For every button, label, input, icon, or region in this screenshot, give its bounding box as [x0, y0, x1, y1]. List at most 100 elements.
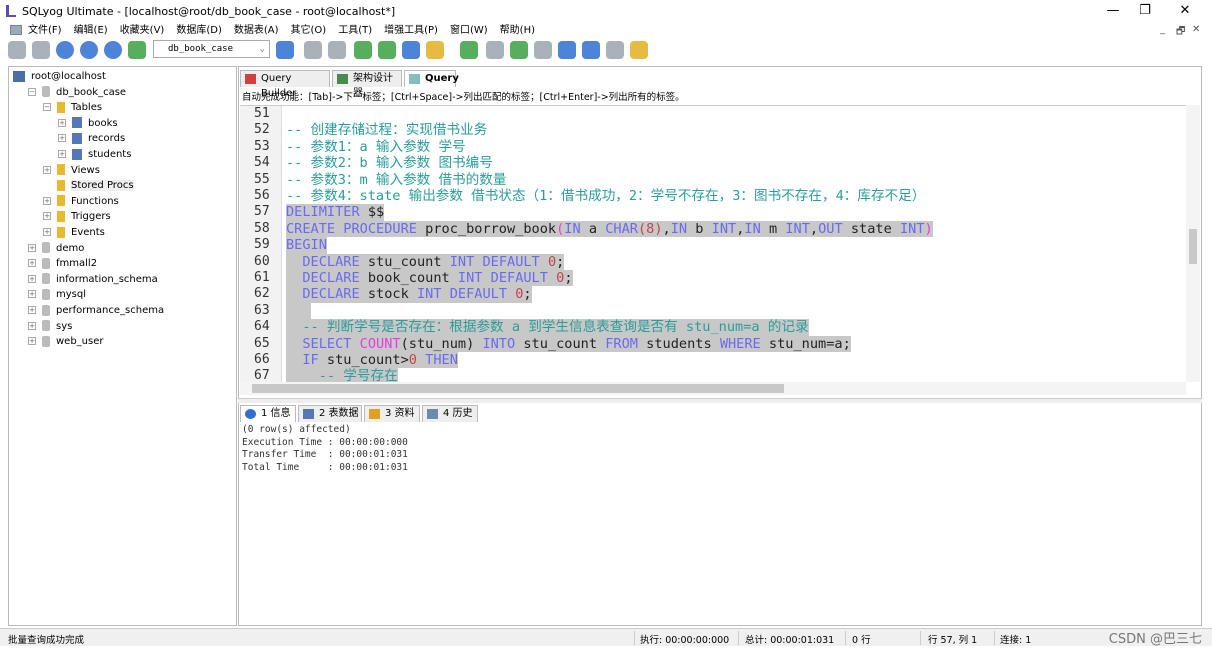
- tree-item-stored-procs[interactable]: Stored Procs: [43, 178, 134, 193]
- database-select[interactable]: db_book_case ⌄: [153, 40, 270, 58]
- tab-query[interactable]: Query: [404, 70, 459, 87]
- tree-item-label: sys: [56, 320, 73, 332]
- result-tab-history[interactable]: 4 历史: [422, 405, 478, 422]
- key-icon[interactable]: [426, 41, 444, 59]
- collapse-icon[interactable]: −: [28, 87, 36, 96]
- result-line: Execution Time : 00:00:00:000: [242, 436, 408, 448]
- chevron-down-icon: ⌄: [259, 44, 265, 54]
- menu-item[interactable]: 其它(O): [291, 24, 327, 38]
- expand-icon[interactable]: +: [28, 274, 36, 283]
- tree-item-label: students: [88, 149, 132, 160]
- expand-icon[interactable]: +: [43, 196, 51, 205]
- new-query-icon[interactable]: [128, 41, 146, 59]
- report-icon[interactable]: [606, 41, 624, 59]
- user-icon[interactable]: [276, 41, 294, 59]
- tree-item-root-localhost[interactable]: root@localhost: [13, 69, 106, 84]
- sql-text: ,: [809, 220, 819, 237]
- expand-icon[interactable]: +: [58, 150, 66, 158]
- expand-icon[interactable]: +: [28, 306, 36, 314]
- tree-item-db-book-case[interactable]: − db_book_case: [28, 85, 126, 100]
- tree-item-events[interactable]: + Events: [43, 225, 105, 240]
- backup-icon[interactable]: [304, 41, 322, 59]
- divider: [738, 631, 739, 645]
- data-sync-icon[interactable]: [486, 41, 504, 59]
- result-tab-profile[interactable]: 3 资料: [364, 405, 420, 422]
- tree-item-records[interactable]: + records: [58, 131, 125, 146]
- tab-schema-designer[interactable]: 架构设计器: [332, 70, 402, 99]
- tree-item-books[interactable]: + books: [58, 116, 118, 131]
- tree-item-demo[interactable]: + demo: [28, 241, 84, 256]
- tree-item-label: web_user: [56, 336, 104, 348]
- tree-item-views[interactable]: + Views: [43, 163, 100, 178]
- menu-item[interactable]: 数据表(A): [234, 24, 279, 38]
- menu-item[interactable]: 收藏夹(V): [120, 24, 165, 38]
- execute-all-icon[interactable]: [80, 41, 98, 59]
- monitor-icon[interactable]: [582, 41, 600, 59]
- menu-item[interactable]: 数据库(D): [176, 24, 222, 38]
- refresh-icon[interactable]: [104, 41, 122, 59]
- tree-item-functions[interactable]: + Functions: [43, 194, 119, 209]
- menu-item[interactable]: 文件(F): [28, 24, 62, 38]
- connect-icon[interactable]: [8, 41, 26, 59]
- schema-sync-icon[interactable]: [460, 41, 478, 59]
- restore-icon[interactable]: [328, 41, 346, 59]
- horizontal-scroll-thumb[interactable]: [252, 384, 784, 393]
- sql-text: proc_borrow_book: [416, 220, 557, 237]
- tree-item-sys[interactable]: + sys: [28, 319, 72, 334]
- tree-item-label: Triggers: [71, 211, 111, 223]
- result-tab-info[interactable]: 1 信息: [240, 405, 296, 422]
- expand-icon[interactable]: +: [58, 118, 66, 127]
- mdi-close-button[interactable]: ✕: [1192, 24, 1200, 35]
- expand-icon[interactable]: +: [43, 165, 51, 174]
- sql-comment: -- 参数1：a 输入参数 学号: [286, 138, 466, 155]
- expand-icon[interactable]: +: [28, 290, 36, 299]
- tree-item-web-user[interactable]: + web_user: [28, 334, 104, 349]
- tree-item-mysql[interactable]: + mysql: [28, 287, 86, 302]
- tab-query-builder[interactable]: Query Builder: [240, 70, 330, 99]
- vertical-scroll-thumb[interactable]: [1189, 229, 1197, 264]
- maximize-button[interactable]: ❐: [1130, 2, 1160, 20]
- export-icon[interactable]: [378, 41, 396, 59]
- sql-keyword: DEFAULT: [482, 253, 540, 270]
- tree-item-students[interactable]: + students: [58, 147, 131, 162]
- designer-icon[interactable]: [630, 41, 648, 59]
- migrate-icon[interactable]: [510, 41, 528, 59]
- execute-icon[interactable]: [56, 41, 74, 59]
- tree-item-performance-schema[interactable]: + performance_schema: [28, 303, 164, 318]
- tree-item-triggers[interactable]: + Triggers: [43, 209, 111, 224]
- mdi-minimize-button[interactable]: _: [1160, 24, 1165, 35]
- tree-item-tables[interactable]: − Tables: [43, 100, 102, 115]
- minimize-button[interactable]: —: [1098, 2, 1128, 20]
- code-line: -- 参数3：m 输入参数 借书的数量: [286, 172, 506, 188]
- menu-item[interactable]: 帮助(H): [500, 24, 535, 38]
- new-connection-icon[interactable]: [32, 41, 50, 59]
- code-line: [286, 302, 311, 320]
- pane-splitter[interactable]: [238, 398, 1202, 403]
- close-button[interactable]: ✕: [1170, 2, 1200, 20]
- menu-item[interactable]: 窗口(W): [450, 24, 488, 38]
- line-number: 57: [254, 204, 270, 220]
- expand-icon[interactable]: +: [43, 212, 51, 221]
- result-tab-table-data[interactable]: 2 表数据: [298, 405, 362, 422]
- tree-item-fmmall2[interactable]: + fmmall2: [28, 256, 97, 271]
- menu-item[interactable]: 工具(T): [338, 24, 372, 38]
- menu-item[interactable]: 增强工具(P): [384, 24, 438, 38]
- expand-icon[interactable]: +: [58, 134, 66, 143]
- expand-icon[interactable]: +: [28, 337, 36, 346]
- expand-icon[interactable]: +: [28, 243, 36, 252]
- code-line: -- 判断学号是否存在：根据参数 a 到学生信息表查询是否有 stu_num=a…: [286, 319, 809, 336]
- menu-item[interactable]: 编辑(E): [74, 24, 108, 38]
- expand-icon[interactable]: +: [28, 321, 36, 330]
- query-builder-icon[interactable]: [558, 41, 576, 59]
- expand-icon[interactable]: +: [43, 228, 51, 236]
- import-icon[interactable]: [354, 41, 372, 59]
- sql-editor[interactable]: 51 52 53 54 55 56 57 58 59 60 61 62 63 64 65 66 67 -- 创建…: [240, 105, 1200, 382]
- job-icon[interactable]: [534, 41, 552, 59]
- expand-icon[interactable]: +: [28, 259, 36, 268]
- collapse-icon[interactable]: −: [43, 103, 51, 112]
- tree-item-information-schema[interactable]: + information_schema: [28, 272, 158, 287]
- table-icon[interactable]: [402, 41, 420, 59]
